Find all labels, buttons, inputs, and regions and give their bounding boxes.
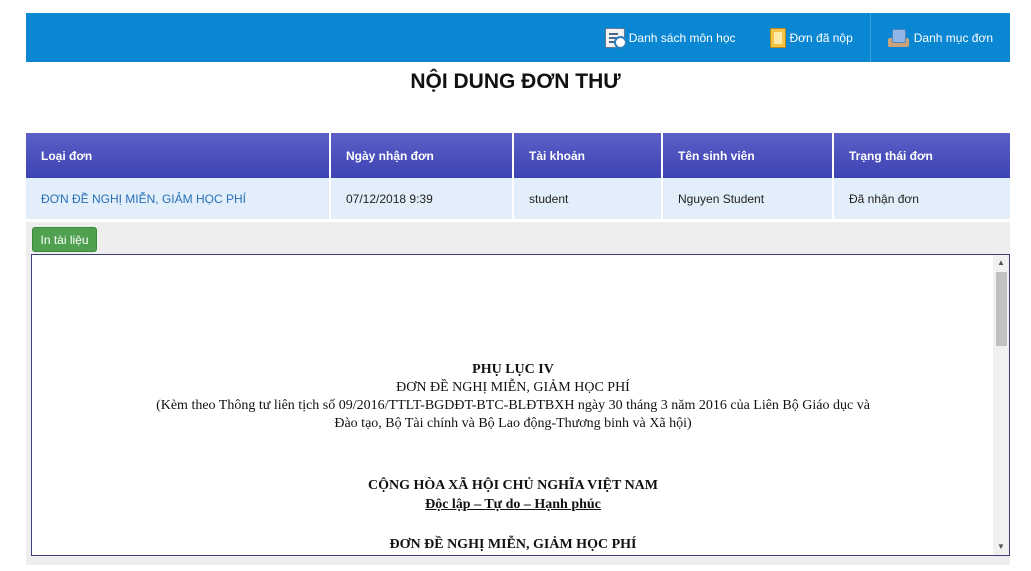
doc-heading: ĐƠN ĐỀ NGHỊ MIỄN, GIẢM HỌC PHÍ	[389, 537, 637, 552]
nav-course-list-label: Danh sách môn học	[628, 30, 736, 45]
cell-form-type-link[interactable]: ĐƠN ĐỀ NGHỊ MIỄN, GIẢM HỌC PHÍ	[26, 178, 331, 219]
nav-submitted-forms[interactable]: Đơn đã nộp	[753, 13, 870, 62]
doc-note-line-2: Đào tạo, Bộ Tài chính và Bộ Lao động-Thư…	[334, 416, 692, 431]
column-header-received-date[interactable]: Ngày nhận đơn	[330, 133, 514, 178]
doc-nation-heading: CỘNG HÒA XÃ HỘI CHỦ NGHĨA VIỆT NAM	[367, 478, 658, 493]
scroll-down-arrow-icon[interactable]: ▼	[993, 539, 1009, 555]
cell-status: Đã nhận đơn	[833, 178, 1010, 219]
doc-motto-text: Độc lập – Tự do – Hạnh phúc	[425, 497, 601, 512]
doc-form-title: ĐƠN ĐỀ NGHỊ MIỄN, GIẢM HỌC PHÍ	[396, 380, 630, 395]
doc-note-line-1: (Kèm theo Thông tư liên tịch số 09/2016/…	[156, 398, 870, 413]
cell-account: student	[513, 178, 663, 219]
nav-submitted-forms-label: Đơn đã nộp	[789, 30, 853, 45]
nav-form-catalog[interactable]: Danh mục đơn	[871, 13, 1010, 62]
document-preview-frame[interactable]: PHỤ LỤC IV ĐƠN ĐỀ NGHỊ MIỄN, GIẢM HỌC PH…	[31, 254, 1010, 556]
scroll-up-arrow-icon[interactable]: ▲	[993, 255, 1009, 271]
top-navigation-bar: Danh sách môn học Đơn đã nộp Danh mục đơ…	[26, 13, 1010, 62]
nav-course-list[interactable]: Danh sách môn học	[588, 13, 753, 62]
top-nav-menu: Danh sách môn học Đơn đã nộp Danh mục đơ…	[588, 13, 1010, 62]
column-header-status[interactable]: Trạng thái đơn	[833, 133, 1010, 178]
scrollbar-thumb[interactable]	[996, 272, 1007, 346]
table-header-row: Loại đơn Ngày nhận đơn Tài khoản Tên sin…	[26, 133, 1010, 178]
print-document-button[interactable]: In tài liệu	[32, 227, 97, 252]
document-icon	[769, 27, 786, 48]
cell-received-date: 07/12/2018 9:39	[330, 178, 514, 219]
course-list-icon	[604, 27, 627, 49]
column-header-student-name[interactable]: Tên sinh viên	[662, 133, 834, 178]
page-title: NỘI DUNG ĐƠN THƯ	[410, 70, 621, 93]
doc-motto: Độc lập – Tự do – Hạnh phúc	[32, 496, 994, 514]
cell-student-name: Nguyen Student	[662, 178, 834, 219]
request-table: Loại đơn Ngày nhận đơn Tài khoản Tên sin…	[26, 133, 1010, 219]
document-scrollbar[interactable]: ▲ ▼	[993, 255, 1009, 555]
folder-icon	[887, 28, 910, 48]
nav-form-catalog-label: Danh mục đơn	[913, 30, 993, 45]
column-header-form-type[interactable]: Loại đơn	[26, 133, 331, 178]
column-header-account[interactable]: Tài khoản	[513, 133, 663, 178]
doc-appendix: PHỤ LỤC IV	[472, 362, 554, 377]
table-row: ĐƠN ĐỀ NGHỊ MIỄN, GIẢM HỌC PHÍ 07/12/201…	[26, 178, 1010, 219]
